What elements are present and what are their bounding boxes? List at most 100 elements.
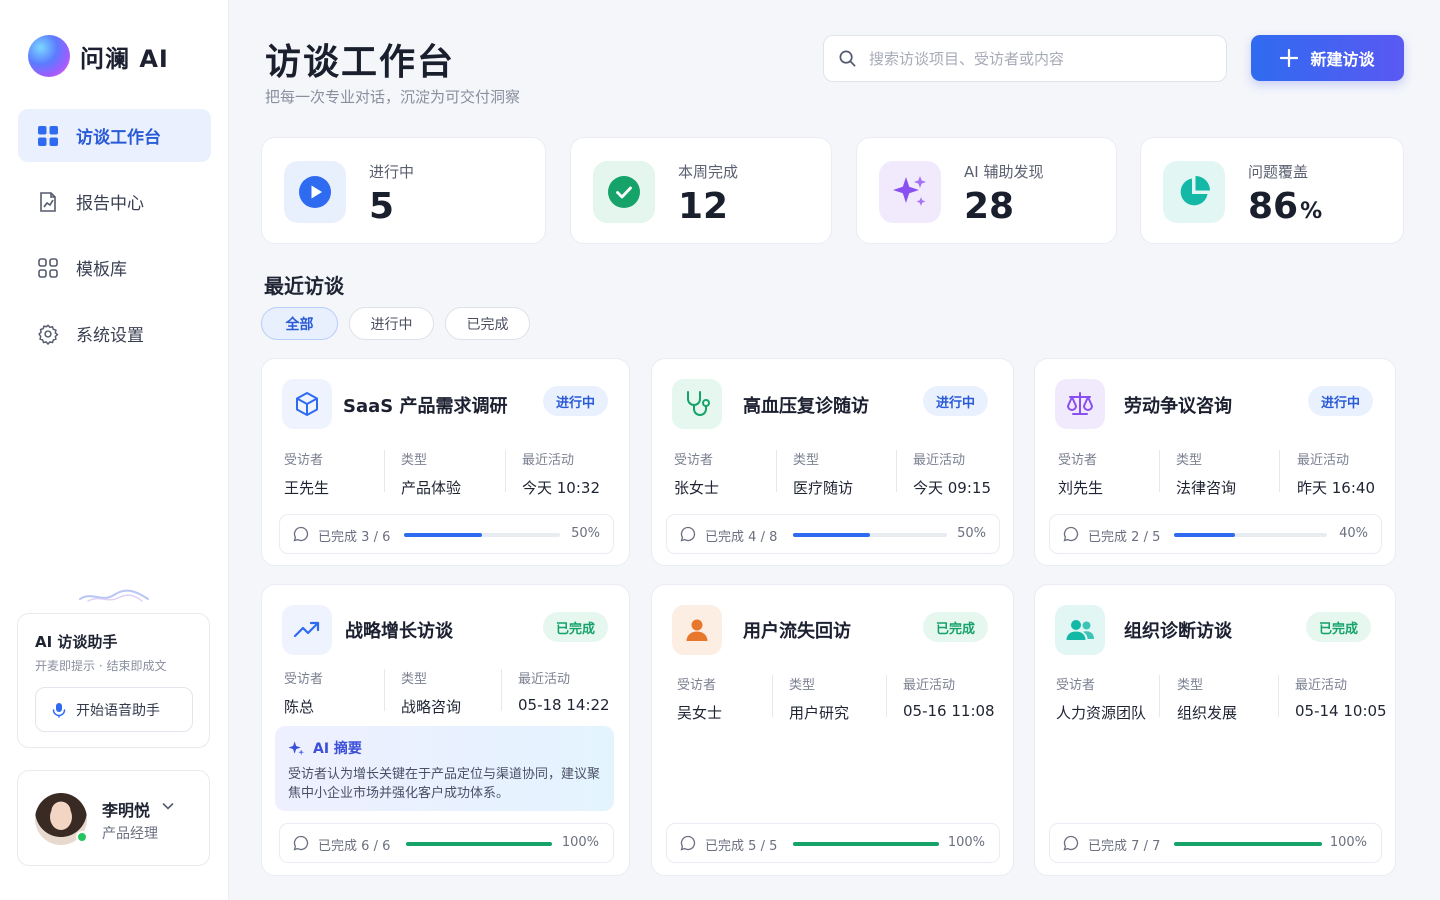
filter-completed[interactable]: 已完成 <box>445 307 530 340</box>
meta-value: 05-16 11:08 <box>903 702 995 720</box>
meta-activity: 最近活动 05-18 14:22 <box>518 668 610 714</box>
progress-box: 已完成 7 / 7 100% <box>1049 823 1382 863</box>
stat-card-week-completed[interactable]: 本周完成 12 <box>570 137 832 244</box>
meta-type: 类型 法律咨询 <box>1176 449 1236 498</box>
ai-summary-title: AI 摘要 <box>313 741 362 757</box>
section-title: 最近访谈 <box>264 274 344 298</box>
progress-fill <box>1174 533 1236 537</box>
progress-box: 已完成 4 / 8 50% <box>666 514 1000 554</box>
progress-prefix: 已完成 <box>318 530 358 545</box>
sidebar-item-settings[interactable]: 系统设置 <box>18 307 211 360</box>
meta-interviewee: 受访者 刘先生 <box>1058 449 1103 498</box>
progress-box: 已完成 6 / 6 100% <box>279 823 614 863</box>
filter-in-progress[interactable]: 进行中 <box>349 307 434 340</box>
trend-up-icon <box>282 605 332 655</box>
meta-activity: 最近活动 今天 10:32 <box>522 449 600 498</box>
meta-value: 战略咨询 <box>401 698 462 716</box>
divider <box>886 675 887 717</box>
sidebar-item-reports[interactable]: 报告中心 <box>18 175 211 228</box>
interview-card-strategy[interactable]: 战略增长访谈 已完成 受访者 陈总 类型 战略咨询 最近活动 05-18 14:… <box>261 584 630 876</box>
interview-card-labor[interactable]: 劳动争议咨询 进行中 受访者 刘先生 类型 法律咨询 最近活动 昨天 16:40… <box>1034 358 1396 566</box>
sidebar-item-templates[interactable]: 模板库 <box>18 241 211 294</box>
interview-card-churn[interactable]: 用户流失回访 已完成 受访者 吴女士 类型 用户研究 最近活动 05-16 11… <box>651 584 1014 876</box>
new-interview-button[interactable]: 新建访谈 <box>1251 35 1404 81</box>
decorative-wave <box>79 589 149 602</box>
progress-count: 已完成 6 / 6 <box>318 839 391 854</box>
search-icon <box>838 49 857 68</box>
progress-total: 6 <box>382 839 391 854</box>
stat-number: 86 <box>1248 186 1299 227</box>
progress-count: 已完成 7 / 7 <box>1088 839 1161 854</box>
progress-done: 4 <box>748 530 757 545</box>
divider <box>1279 450 1280 492</box>
user-name: 李明悦 <box>102 801 151 820</box>
stat-value: 5 <box>369 186 394 227</box>
stat-card-in-progress[interactable]: 进行中 5 <box>261 137 546 244</box>
progress-prefix: 已完成 <box>705 530 745 545</box>
meta-value: 05-18 14:22 <box>518 696 610 714</box>
stethoscope-icon <box>672 379 722 429</box>
progress-percent: 100% <box>561 835 599 850</box>
meta-activity: 最近活动 昨天 16:40 <box>1297 449 1375 498</box>
stat-number: 12 <box>678 186 729 227</box>
stat-card-ai-findings[interactable]: AI 辅助发现 28 <box>856 137 1117 244</box>
interview-card-saas[interactable]: SaaS 产品需求调研 进行中 受访者 王先生 类型 产品体验 最近活动 今天 … <box>261 358 630 566</box>
meta-type: 类型 用户研究 <box>789 674 849 723</box>
meta-value: 昨天 16:40 <box>1297 479 1375 497</box>
stat-label: AI 辅助发现 <box>964 163 1044 181</box>
meta-label: 最近活动 <box>903 678 956 693</box>
meta-type: 类型 组织发展 <box>1177 674 1237 723</box>
status-badge: 进行中 <box>1307 386 1373 416</box>
brand[interactable]: 问澜 AI <box>28 35 169 77</box>
progress-fill <box>793 533 870 537</box>
plus-icon <box>1280 49 1299 67</box>
voice-button-label: 开始语音助手 <box>76 702 160 719</box>
progress-total: 5 <box>1152 530 1161 545</box>
avatar <box>35 793 88 845</box>
start-voice-assistant-button[interactable]: 开始语音助手 <box>35 687 193 732</box>
stat-number: 28 <box>964 186 1015 227</box>
sidebar-item-label: 模板库 <box>76 260 127 280</box>
sparkle-icon <box>288 740 305 757</box>
card-title: 用户流失回访 <box>743 621 851 642</box>
progress-done: 5 <box>748 839 757 854</box>
search-input[interactable] <box>869 49 1209 68</box>
sidebar-item-label: 系统设置 <box>76 326 144 346</box>
divider <box>896 450 897 492</box>
progress-track <box>793 533 947 537</box>
interview-card-org[interactable]: 组织诊断访谈 已完成 受访者 人力资源团队 类型 组织发展 最近活动 05-14… <box>1034 584 1396 876</box>
search-box[interactable] <box>823 35 1227 82</box>
meta-label: 受访者 <box>677 678 717 693</box>
stat-label: 问题覆盖 <box>1248 163 1309 181</box>
progress-percent: 100% <box>947 835 985 850</box>
divider <box>772 675 773 717</box>
progress-total: 6 <box>382 530 391 545</box>
meta-activity: 最近活动 05-14 10:05 <box>1295 674 1387 720</box>
status-badge: 进行中 <box>922 386 988 416</box>
progress-track <box>404 533 560 537</box>
meta-value: 组织发展 <box>1177 704 1238 722</box>
check-circle-icon <box>593 161 655 223</box>
meta-activity: 最近活动 今天 09:15 <box>913 449 991 498</box>
chevron-down-icon[interactable] <box>161 799 175 813</box>
meta-value: 王先生 <box>284 479 330 497</box>
report-chart-icon <box>36 190 60 214</box>
stat-label: 本周完成 <box>678 163 739 181</box>
ai-summary-box: AI 摘要 受访者认为增长关键在于产品定位与渠道协同，建议聚焦中小企业市场并强化… <box>275 726 614 811</box>
meta-interviewee: 受访者 张女士 <box>674 449 719 498</box>
progress-count: 已完成 5 / 5 <box>705 839 778 854</box>
interview-card-hypertension[interactable]: 高血压复诊随访 进行中 受访者 张女士 类型 医疗随访 最近活动 今天 09:1… <box>651 358 1014 566</box>
user-profile-card[interactable]: 李明悦 产品经理 <box>17 770 210 866</box>
meta-type: 类型 战略咨询 <box>401 668 461 717</box>
filter-all[interactable]: 全部 <box>261 307 338 340</box>
sidebar-item-dashboard[interactable]: 访谈工作台 <box>18 109 211 162</box>
card-title: SaaS 产品需求调研 <box>343 396 508 417</box>
divider <box>501 669 502 711</box>
microphone-icon <box>52 702 66 718</box>
chat-bubble-icon <box>293 526 309 542</box>
meta-label: 最近活动 <box>1295 678 1348 693</box>
scales-icon <box>1055 379 1105 429</box>
stat-card-coverage[interactable]: 问题覆盖 86% <box>1140 137 1404 244</box>
stat-value: 86% <box>1248 186 1322 227</box>
meta-label: 类型 <box>401 672 428 687</box>
